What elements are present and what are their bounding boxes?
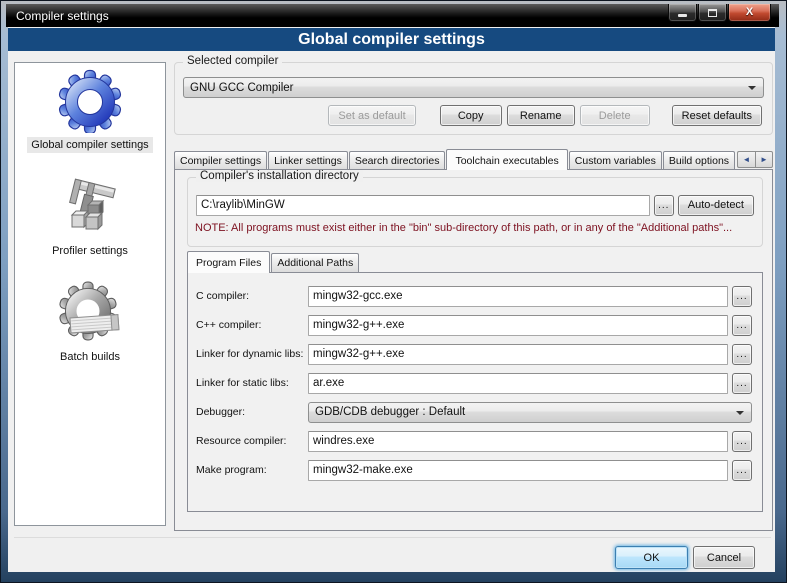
tab-custom-variables[interactable]: Custom variables	[569, 151, 662, 170]
maximize-icon	[708, 9, 717, 17]
tab-scroller: Compiler settings Linker settings Search…	[174, 146, 735, 170]
field-label: Linker for static libs:	[196, 377, 308, 389]
subtab-program-files[interactable]: Program Files	[187, 251, 270, 273]
gray-gear-stack-icon	[58, 281, 122, 345]
cpp-compiler-browse-button[interactable]: ...	[732, 315, 752, 336]
caliper-icon	[58, 175, 122, 239]
settings-category-list: Global compiler settings	[14, 62, 166, 526]
ok-button[interactable]: OK	[615, 546, 688, 569]
cancel-button[interactable]: Cancel	[693, 546, 755, 569]
selected-compiler-group: Selected compiler GNU GCC Compiler Set a…	[174, 62, 773, 135]
linker-dynamic-input[interactable]	[308, 344, 728, 365]
close-icon: X	[746, 7, 753, 18]
tab-build-options[interactable]: Build options	[663, 151, 735, 170]
sidebar-item-batch-builds[interactable]: Batch builds	[56, 281, 124, 365]
program-files-panel: C compiler: ... C++ compiler: ... Linker…	[187, 272, 763, 512]
cpp-compiler-input[interactable]	[308, 315, 728, 336]
linker-dynamic-browse-button[interactable]: ...	[732, 344, 752, 365]
tab-scroll-left-button[interactable]: ◄	[737, 151, 755, 168]
sidebar-item-label: Global compiler settings	[27, 137, 152, 153]
field-label: Debugger:	[196, 406, 308, 418]
install-dir-note: NOTE: All programs must exist either in …	[195, 222, 758, 234]
row-linker-static: Linker for static libs: ...	[196, 372, 752, 394]
linker-static-input[interactable]	[308, 373, 728, 394]
window-frame: Compiler settings X Global compiler sett…	[1, 1, 786, 582]
maximize-button[interactable]	[698, 4, 727, 22]
close-button[interactable]: X	[728, 4, 771, 22]
row-cpp-compiler: C++ compiler: ...	[196, 314, 752, 336]
linker-static-browse-button[interactable]: ...	[732, 373, 752, 394]
debugger-select[interactable]: GDB/CDB debugger : Default	[308, 402, 752, 423]
field-label: Linker for dynamic libs:	[196, 348, 308, 360]
minimize-icon	[678, 14, 687, 17]
footer-separator	[14, 537, 771, 538]
arrow-right-icon: ►	[760, 155, 768, 164]
arrow-left-icon: ◄	[743, 155, 751, 164]
sidebar-item-profiler-settings[interactable]: Profiler settings	[48, 175, 132, 259]
rename-button[interactable]: Rename	[507, 105, 575, 126]
tab-compiler-settings[interactable]: Compiler settings	[174, 151, 267, 170]
autodetect-button[interactable]: Auto-detect	[678, 195, 754, 216]
tab-linker-settings[interactable]: Linker settings	[268, 151, 348, 170]
group-label: Selected compiler	[183, 55, 282, 67]
field-label: C++ compiler:	[196, 319, 308, 331]
compiler-select[interactable]: GNU GCC Compiler	[183, 77, 764, 98]
install-dir-browse-button[interactable]: ...	[654, 195, 674, 216]
reset-defaults-button[interactable]: Reset defaults	[672, 105, 762, 126]
tab-strip: Compiler settings Linker settings Search…	[174, 146, 773, 170]
sidebar-item-global-compiler-settings[interactable]: Global compiler settings	[27, 69, 152, 153]
c-compiler-input[interactable]	[308, 286, 728, 307]
compiler-buttons-row: Set as default Copy Rename Delete Reset …	[183, 105, 762, 126]
field-label: Resource compiler:	[196, 435, 308, 447]
minimize-button[interactable]	[668, 4, 697, 22]
window-title: Compiler settings	[16, 9, 109, 23]
tab-toolchain-executables[interactable]: Toolchain executables	[446, 149, 567, 170]
make-program-browse-button[interactable]: ...	[732, 460, 752, 481]
tab-scroll-buttons: ◄ ►	[737, 151, 773, 168]
blue-gear-icon	[58, 69, 122, 133]
row-make-program: Make program: ...	[196, 459, 752, 481]
copy-button[interactable]: Copy	[440, 105, 502, 126]
titlebar[interactable]: Compiler settings X	[6, 4, 779, 27]
tab-search-directories[interactable]: Search directories	[349, 151, 446, 170]
compiler-settings-window: Compiler settings X Global compiler sett…	[0, 0, 787, 583]
window-controls: X	[668, 4, 771, 22]
row-c-compiler: C compiler: ...	[196, 285, 752, 307]
sidebar-item-label: Profiler settings	[48, 243, 132, 259]
chevron-down-icon	[748, 86, 756, 90]
make-program-input[interactable]	[308, 460, 728, 481]
install-dir-input[interactable]	[196, 195, 650, 216]
set-as-default-button[interactable]: Set as default	[328, 105, 415, 126]
install-dir-row: ... Auto-detect	[196, 194, 754, 216]
resource-compiler-input[interactable]	[308, 431, 728, 452]
row-debugger: Debugger: GDB/CDB debugger : Default	[196, 401, 752, 423]
c-compiler-browse-button[interactable]: ...	[732, 286, 752, 307]
chevron-down-icon	[736, 411, 744, 415]
resource-compiler-browse-button[interactable]: ...	[732, 431, 752, 452]
tab-scroll-right-button[interactable]: ►	[755, 151, 773, 168]
sidebar-item-label: Batch builds	[56, 349, 124, 365]
debugger-select-value: GDB/CDB debugger : Default	[315, 406, 465, 418]
compiler-select-value: GNU GCC Compiler	[190, 82, 294, 94]
field-label: C compiler:	[196, 290, 308, 302]
dialog-client-area: Global compiler settings	[8, 27, 775, 572]
delete-button[interactable]: Delete	[580, 105, 650, 126]
row-resource-compiler: Resource compiler: ...	[196, 430, 752, 452]
page-title: Global compiler settings	[8, 28, 775, 51]
subtab-strip: Program Files Additional Paths	[187, 251, 360, 272]
row-linker-dynamic: Linker for dynamic libs: ...	[196, 343, 752, 365]
toolchain-executables-page: Compiler's installation directory ... Au…	[174, 169, 773, 531]
subtab-additional-paths[interactable]: Additional Paths	[271, 253, 359, 272]
group-label: Compiler's installation directory	[196, 170, 363, 182]
install-dir-group: Compiler's installation directory ... Au…	[187, 177, 763, 247]
field-label: Make program:	[196, 464, 308, 476]
